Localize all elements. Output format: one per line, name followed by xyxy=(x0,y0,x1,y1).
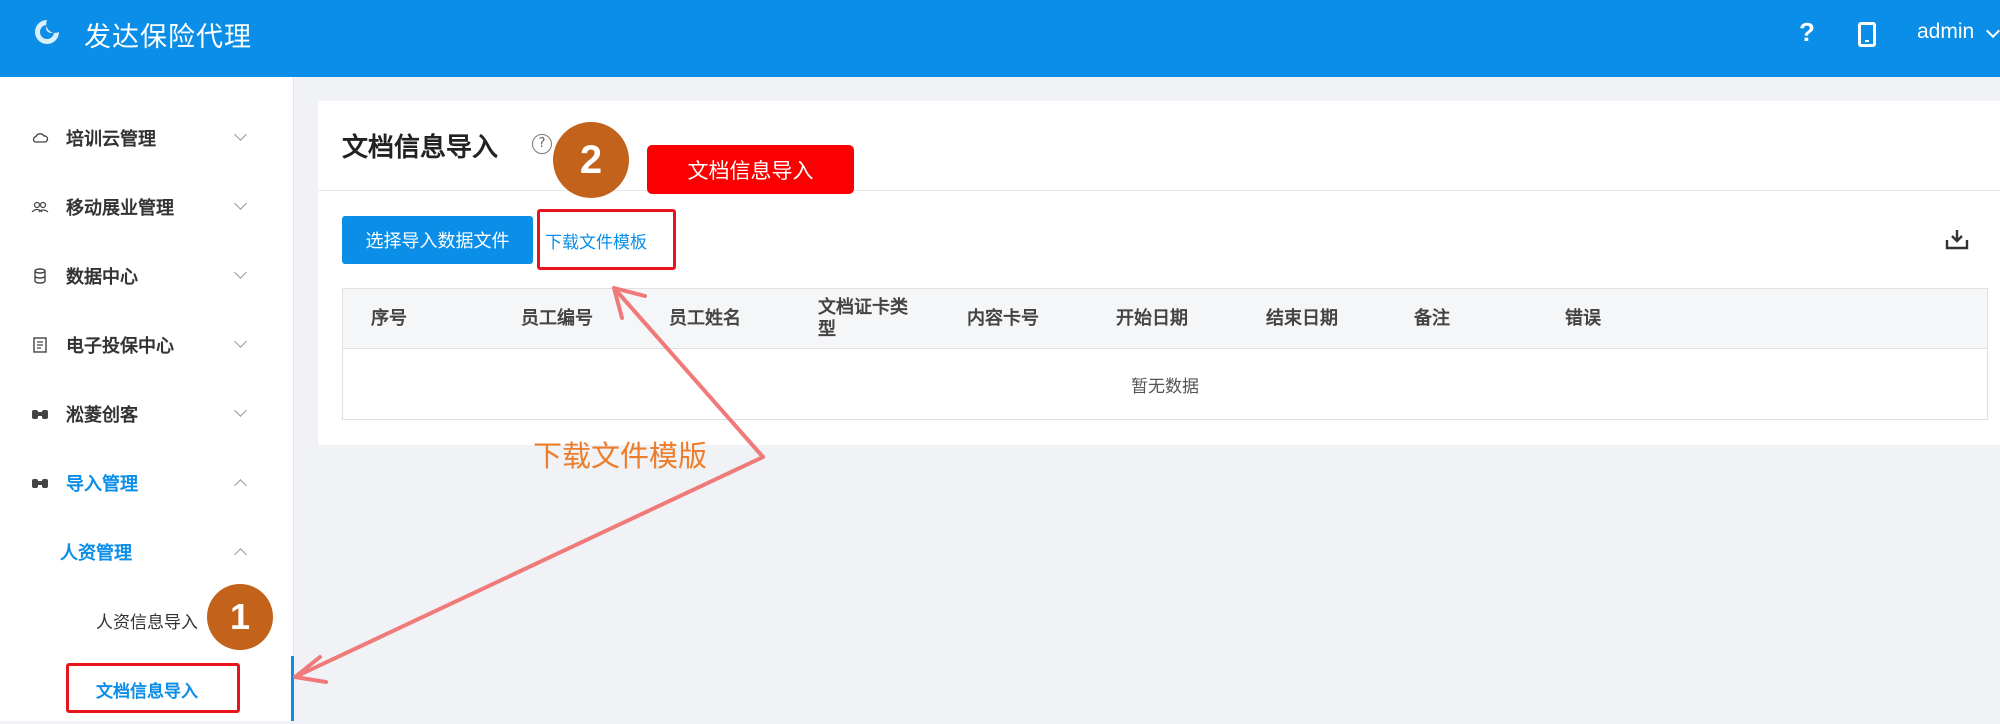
sidebar-group-hr[interactable]: 人资管理 xyxy=(0,517,294,586)
sidebar-item-label: 培训云管理 xyxy=(66,128,156,150)
binoculars-icon xyxy=(32,478,48,488)
sidebar-item-label: 淞菱创客 xyxy=(66,404,138,426)
sidebar-item-maker[interactable]: 淞菱创客 xyxy=(0,379,294,448)
arrow-to-sidebar-item xyxy=(293,455,765,679)
column-header: 员工姓名 xyxy=(669,308,741,329)
document-icon xyxy=(33,336,47,353)
binoculars-icon xyxy=(32,409,48,419)
chevron-up-icon xyxy=(234,548,247,561)
data-table: 序号 员工编号 员工姓名 文档证卡类型 内容卡号 开始日期 结束日期 备注 错误… xyxy=(342,288,1988,420)
step-badge-1: 1 xyxy=(207,584,273,650)
sidebar-item-training[interactable]: 培训云管理 xyxy=(0,103,294,172)
sidebar-item-label: 导入管理 xyxy=(66,473,138,495)
sidebar-item-import[interactable]: 导入管理 xyxy=(0,448,294,517)
column-header: 内容卡号 xyxy=(967,308,1039,329)
chevron-down-icon xyxy=(234,335,247,348)
column-header: 备注 xyxy=(1414,308,1450,329)
users-icon xyxy=(31,201,49,212)
chevron-down-icon xyxy=(234,266,247,279)
sidebar-item-e-insurance[interactable]: 电子投保中心 xyxy=(0,310,294,379)
top-header: 发达保险代理 ? admin xyxy=(0,0,2000,77)
sidebar-group-label: 人资管理 xyxy=(60,542,132,564)
active-indicator xyxy=(291,656,294,721)
chevron-down-icon xyxy=(234,128,247,141)
database-icon xyxy=(34,267,46,284)
chevron-down-icon xyxy=(234,404,247,417)
page-title: 文档信息导入 xyxy=(342,133,499,163)
app-title: 发达保险代理 xyxy=(84,22,252,53)
column-header: 员工编号 xyxy=(521,308,593,329)
sidebar-item-mobile[interactable]: 移动展业管理 xyxy=(0,172,294,241)
column-header: 开始日期 xyxy=(1116,308,1188,329)
column-header: 结束日期 xyxy=(1266,308,1338,329)
column-header: 错误 xyxy=(1565,308,1601,329)
mobile-icon[interactable] xyxy=(1858,22,1876,47)
select-import-file-button[interactable]: 选择导入数据文件 xyxy=(342,216,533,264)
logo-icon xyxy=(35,20,59,44)
chevron-up-icon xyxy=(234,479,247,492)
column-header: 文档证卡类型 xyxy=(818,297,908,340)
highlight-doc-import-item xyxy=(66,663,240,713)
empty-state-text: 暂无数据 xyxy=(1131,377,1199,397)
help-icon[interactable]: ? xyxy=(1799,17,1815,48)
column-header: 序号 xyxy=(371,308,407,329)
user-menu[interactable]: admin xyxy=(1917,20,1974,44)
annotation-label: 文档信息导入 xyxy=(647,145,854,194)
sidebar-item-label: 数据中心 xyxy=(66,266,138,288)
chevron-down-icon[interactable] xyxy=(1985,23,2000,39)
sidebar-item-label: 电子投保中心 xyxy=(66,335,174,357)
sidebar-item-label: 人资信息导入 xyxy=(96,613,198,633)
sidebar-item-label: 移动展业管理 xyxy=(66,197,174,219)
sidebar-item-data-center[interactable]: 数据中心 xyxy=(0,241,294,310)
highlight-download-link xyxy=(537,209,676,270)
annotation-caption: 下载文件模版 xyxy=(533,439,708,473)
export-icon[interactable] xyxy=(1945,228,1969,250)
table-header: 序号 员工编号 员工姓名 文档证卡类型 内容卡号 开始日期 结束日期 备注 错误 xyxy=(343,289,1987,349)
question-circle-icon[interactable]: ? xyxy=(532,134,552,154)
chevron-down-icon xyxy=(234,197,247,210)
cloud-icon xyxy=(32,132,49,143)
step-badge-2: 2 xyxy=(553,122,629,198)
